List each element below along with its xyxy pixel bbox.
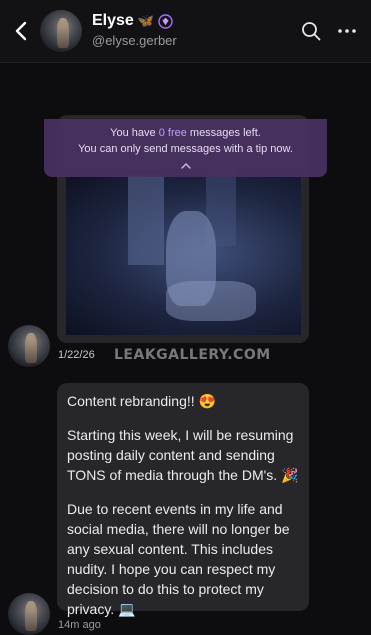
profile-name: Elyse (92, 12, 134, 29)
watermark: LEAKGALLERY.COM (114, 347, 271, 363)
sender-avatar[interactable] (8, 593, 50, 635)
butterfly-icon: 🦋 (137, 13, 154, 29)
message-paragraph: Due to recent events in my life and soci… (67, 501, 290, 617)
banner-line-1: You have 0 free messages left. (110, 127, 261, 139)
profile-username: @elyse.gerber (92, 33, 177, 48)
message-paragraph: Starting this week, I will be resuming p… (67, 427, 299, 483)
message-paragraph: Content rebranding!! 😍 (67, 393, 216, 409)
free-messages-banner: You have 0 free messages left. You can o… (44, 119, 327, 177)
message-timestamp: 1/22/26 (58, 349, 95, 361)
chevron-up-icon[interactable] (180, 161, 192, 171)
back-chevron-icon[interactable] (10, 18, 34, 44)
text-message-bubble[interactable]: Content rebranding!! 😍 Starting this wee… (57, 383, 309, 617)
media-thumbnail[interactable] (66, 171, 301, 335)
avatar[interactable] (40, 10, 82, 52)
more-icon[interactable] (336, 20, 358, 42)
verified-diamond-icon (158, 13, 173, 29)
profile-name-row[interactable]: Elyse 🦋 (92, 12, 173, 30)
message-timestamp: 14m ago (58, 619, 101, 631)
message-list[interactable]: You have 0 free messages left. You can o… (0, 63, 371, 635)
sender-avatar[interactable] (8, 325, 50, 367)
search-icon[interactable] (300, 20, 322, 42)
banner-line-2: You can only send messages with a tip no… (78, 143, 293, 155)
chat-header: Elyse 🦋 @elyse.gerber (0, 0, 371, 63)
